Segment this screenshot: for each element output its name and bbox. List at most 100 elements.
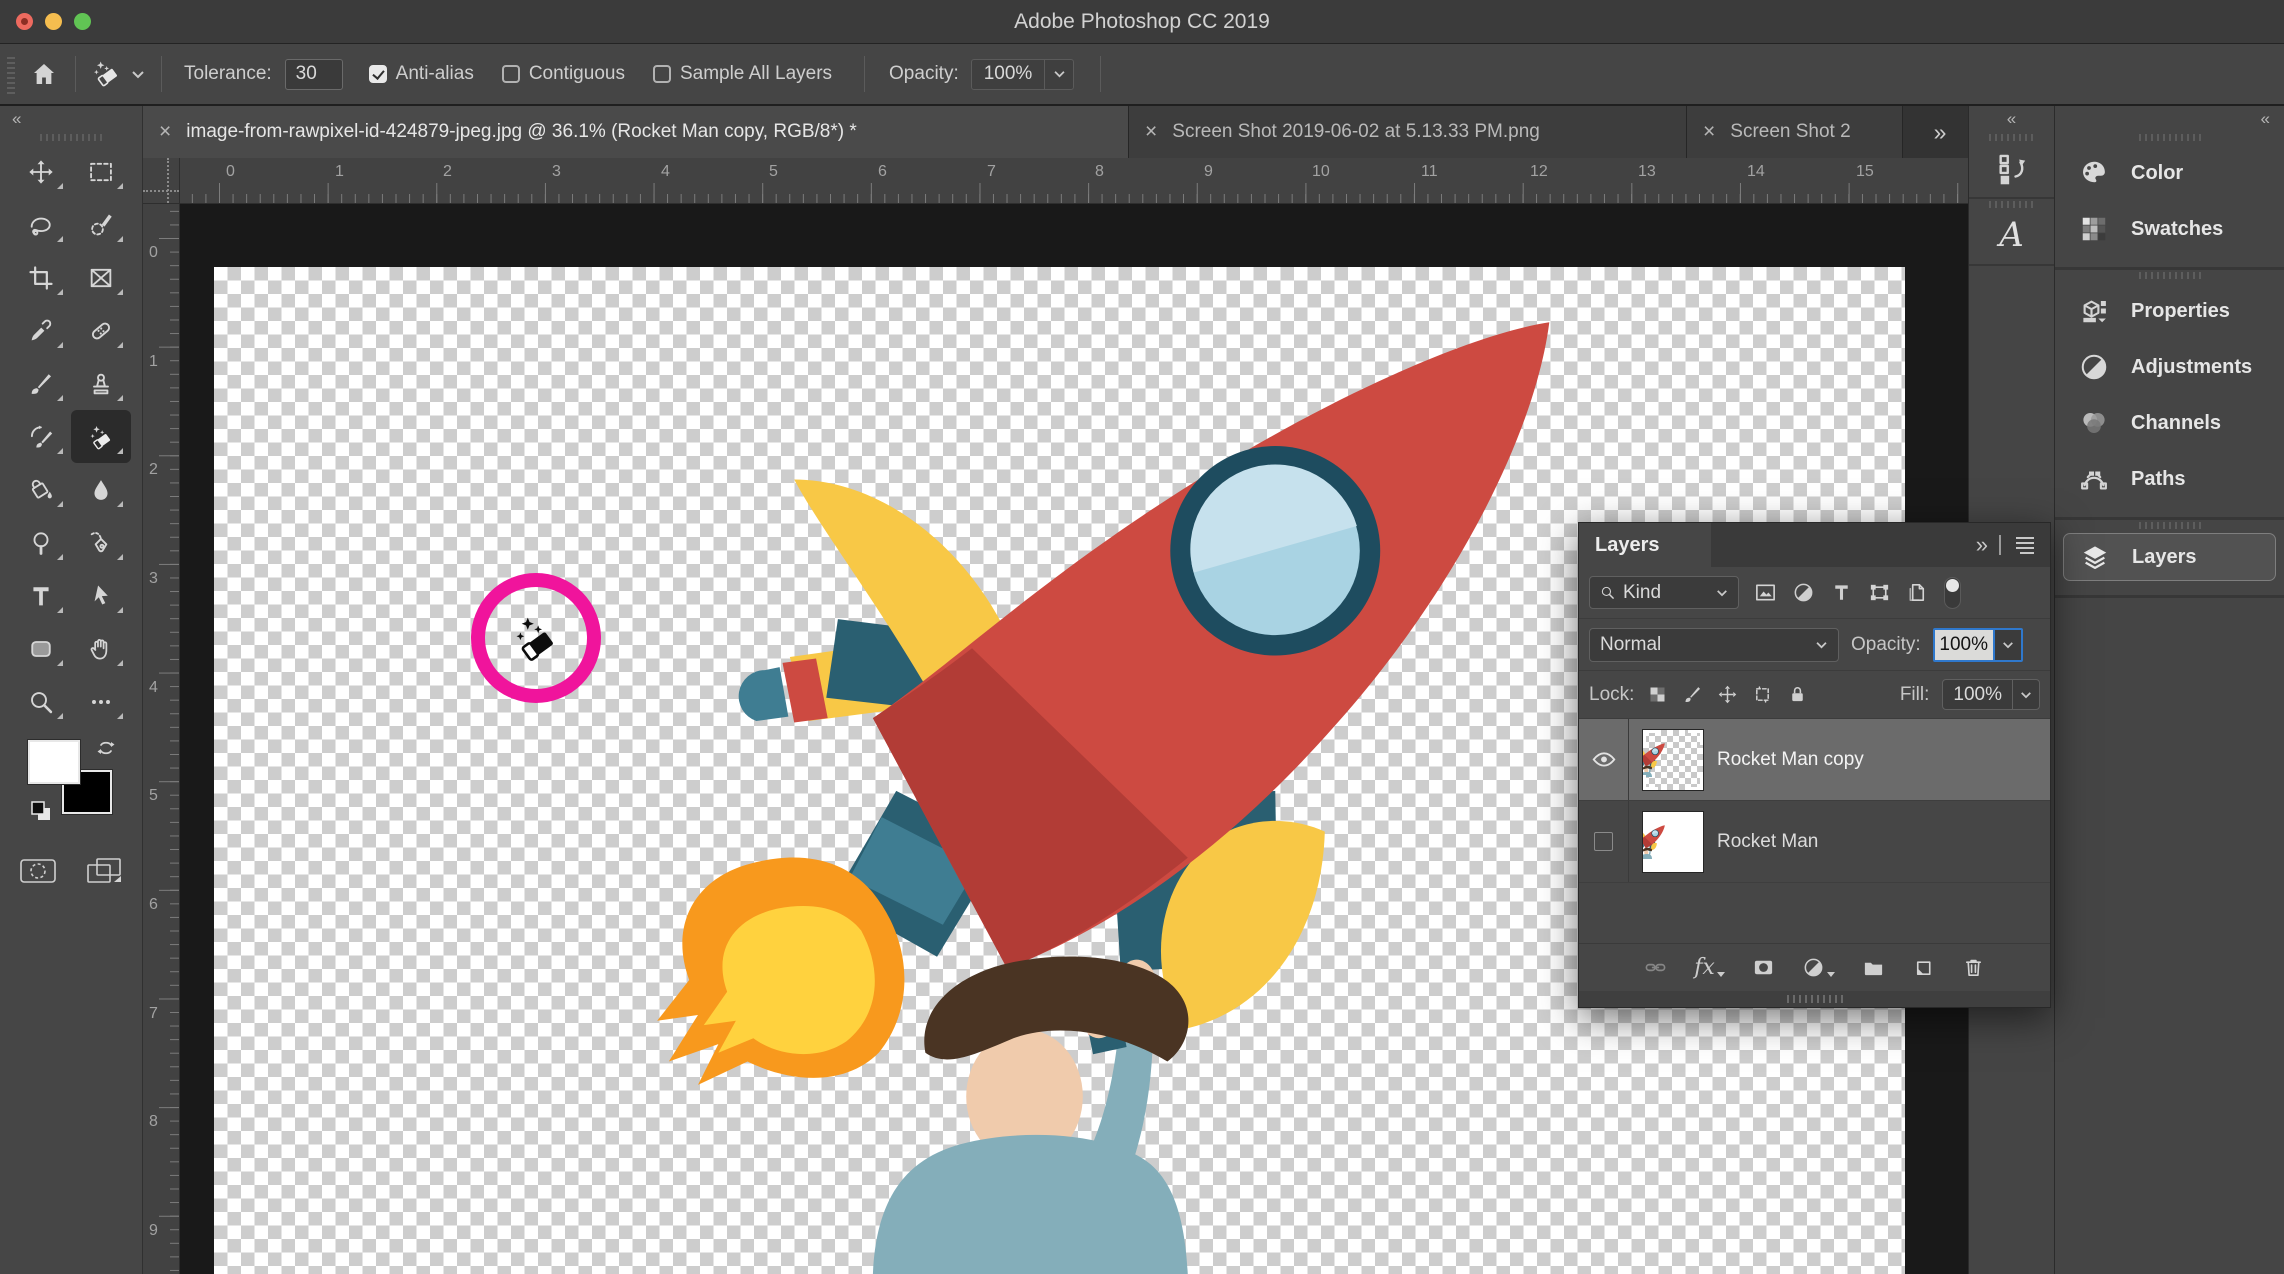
collapse-dock-icon[interactable]: « <box>2261 109 2270 129</box>
options-bar-grip-icon[interactable] <box>7 54 15 94</box>
filter-type-layers-icon[interactable] <box>1830 581 1853 604</box>
tool-brush[interactable] <box>11 357 71 410</box>
close-tab-icon[interactable]: × <box>1145 120 1157 144</box>
document-tab[interactable]: × Screen Shot 2019-06-02 at 5.13.33 PM.p… <box>1129 106 1687 158</box>
tool-eyedropper[interactable] <box>11 304 71 357</box>
layer-name[interactable]: Rocket Man copy <box>1717 749 1864 771</box>
tab-overflow-button[interactable]: » <box>1910 106 1968 158</box>
filter-pixel-layers-icon[interactable] <box>1754 581 1777 604</box>
lock-all-icon[interactable] <box>1787 684 1808 705</box>
layer-row[interactable]: Rocket Man <box>1579 801 2050 883</box>
layers-panel-tab[interactable]: Layers <box>1579 523 1711 567</box>
tool-history-brush[interactable] <box>11 410 71 463</box>
tool-edit-toolbar[interactable] <box>71 675 131 728</box>
panel-grip-icon[interactable] <box>1988 134 2035 141</box>
dock-item-properties[interactable]: Properties <box>2055 283 2284 339</box>
layer-name[interactable]: Rocket Man <box>1717 831 1818 853</box>
dock-item-paths[interactable]: Paths <box>2055 451 2284 507</box>
default-colors-icon[interactable] <box>30 800 54 829</box>
layer-style-button[interactable]: fx <box>1694 956 1725 979</box>
delete-layer-icon[interactable] <box>1962 956 1985 979</box>
sample-all-layers-checkbox[interactable]: Sample All Layers <box>652 63 832 85</box>
tool-hand[interactable] <box>71 622 131 675</box>
tolerance-input[interactable]: 30 <box>284 58 343 90</box>
layer-thumbnail[interactable] <box>1642 810 1704 873</box>
tool-clone-stamp[interactable] <box>71 357 131 410</box>
minimize-window-button[interactable] <box>45 13 62 30</box>
link-layers-icon[interactable] <box>1644 956 1667 979</box>
lock-position-icon[interactable] <box>1717 684 1738 705</box>
tool-crop[interactable] <box>11 251 71 304</box>
panel-grip-icon[interactable] <box>2138 272 2201 279</box>
screen-mode-button[interactable] <box>84 856 124 891</box>
horizontal-ruler[interactable]: 0 1 2 3 4 5 6 7 8 9 10 11 12 13 14 15 <box>180 158 1968 204</box>
panel-menu-icon[interactable] <box>2014 536 2036 554</box>
quick-mask-button[interactable] <box>18 856 58 891</box>
blend-mode-dropdown[interactable]: Normal <box>1589 627 1839 662</box>
tool-move[interactable] <box>11 145 71 198</box>
close-tab-icon[interactable]: × <box>159 120 171 144</box>
contiguous-checkbox[interactable]: Contiguous <box>501 63 625 85</box>
panel-collapse-icon[interactable]: » <box>1976 532 1988 558</box>
panel-grip-icon[interactable] <box>1988 201 2035 208</box>
tool-magic-eraser[interactable] <box>71 410 131 463</box>
tool-preset-button[interactable] <box>90 58 145 90</box>
filter-adjustment-layers-icon[interactable] <box>1792 581 1815 604</box>
filter-shape-layers-icon[interactable] <box>1868 581 1891 604</box>
layer-visibility-toggle[interactable] <box>1579 801 1629 882</box>
panel-grip-icon[interactable] <box>2138 522 2201 529</box>
close-tab-icon[interactable]: × <box>1703 120 1715 144</box>
dock-item-layers[interactable]: Layers <box>2063 533 2276 581</box>
collapse-toolbar-icon[interactable]: « <box>12 109 21 129</box>
toolbar-grip-icon[interactable] <box>40 134 102 141</box>
new-group-icon[interactable] <box>1862 956 1885 979</box>
collapse-dock-icon[interactable]: « <box>2007 109 2016 129</box>
tool-rectangular-marquee[interactable] <box>71 145 131 198</box>
anti-alias-checkbox[interactable]: Anti-alias <box>368 63 474 85</box>
tool-blur[interactable] <box>71 463 131 516</box>
lock-artboard-icon[interactable] <box>1752 684 1773 705</box>
fill-dropdown[interactable]: 100% <box>1942 679 2040 710</box>
vertical-ruler[interactable]: 0 1 2 3 4 5 6 7 8 9 <box>143 204 180 1274</box>
filter-smart-objects-icon[interactable] <box>1906 581 1929 604</box>
zoom-window-button[interactable] <box>74 13 91 30</box>
add-layer-mask-icon[interactable] <box>1752 956 1775 979</box>
new-layer-icon[interactable] <box>1912 956 1935 979</box>
tool-frame[interactable] <box>71 251 131 304</box>
foreground-color-swatch[interactable] <box>27 739 81 785</box>
close-window-button[interactable] <box>16 13 33 30</box>
tool-path-selection[interactable] <box>71 569 131 622</box>
document-tab[interactable]: × Screen Shot 2 <box>1687 106 1903 158</box>
document-tab[interactable]: × image-from-rawpixel-id-424879-jpeg.jpg… <box>143 106 1129 158</box>
swap-colors-icon[interactable] <box>96 738 116 763</box>
tool-paint-bucket[interactable] <box>11 463 71 516</box>
home-button[interactable] <box>29 59 59 89</box>
layer-thumbnail[interactable] <box>1642 728 1704 791</box>
layer-opacity-field[interactable]: 100% <box>1932 627 2023 662</box>
tool-dodge[interactable] <box>11 516 71 569</box>
tool-spot-healing[interactable] <box>71 304 131 357</box>
panel-resize-grip[interactable] <box>1579 991 2050 1007</box>
filter-toggle-switch[interactable] <box>1944 576 1961 609</box>
history-panel-button[interactable] <box>1969 151 2054 185</box>
tool-lasso[interactable] <box>11 198 71 251</box>
tool-type[interactable] <box>11 569 71 622</box>
tool-quick-selection[interactable] <box>71 198 131 251</box>
tool-zoom[interactable] <box>11 675 71 728</box>
dock-item-adjustments[interactable]: Adjustments <box>2055 339 2284 395</box>
filter-kind-dropdown[interactable]: Kind <box>1589 576 1739 609</box>
layer-visibility-toggle[interactable] <box>1579 719 1629 800</box>
lock-transparency-icon[interactable] <box>1647 684 1668 705</box>
new-adjustment-layer-button[interactable] <box>1802 956 1835 979</box>
dock-item-color[interactable]: Color <box>2055 145 2284 201</box>
opacity-dropdown[interactable]: 100% <box>970 58 1075 90</box>
dock-item-swatches[interactable]: Swatches <box>2055 201 2284 257</box>
panel-grip-icon[interactable] <box>2138 134 2201 141</box>
tool-pen[interactable] <box>71 516 131 569</box>
layer-row[interactable]: Rocket Man copy <box>1579 719 2050 801</box>
dock-item-channels[interactable]: Channels <box>2055 395 2284 451</box>
ruler-origin[interactable] <box>143 158 180 204</box>
tool-rectangle-shape[interactable] <box>11 622 71 675</box>
glyphs-panel-button[interactable]: A <box>1969 218 2054 252</box>
lock-pixels-icon[interactable] <box>1682 684 1703 705</box>
